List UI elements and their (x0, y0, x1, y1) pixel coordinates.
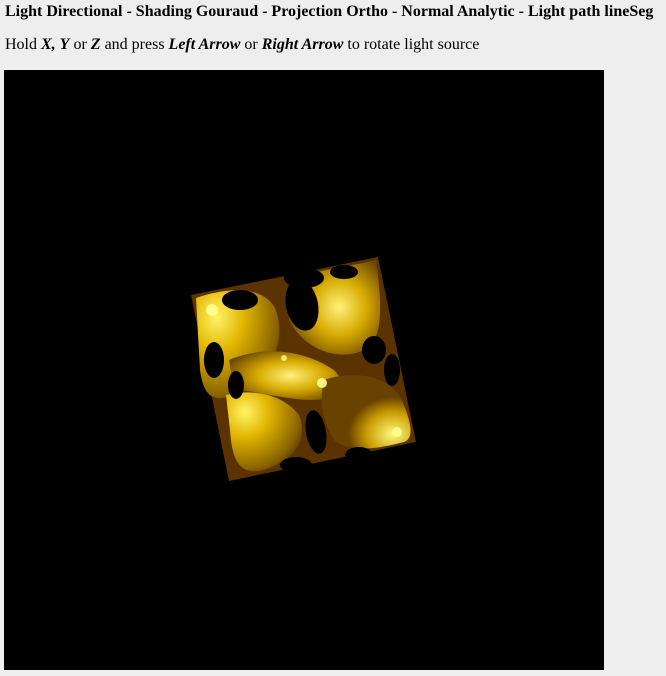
instr-and-press: and press (104, 36, 165, 53)
render-scene (191, 257, 416, 481)
key-left-arrow: Left Arrow (168, 36, 241, 53)
instr-suffix: to rotate light source (347, 36, 480, 53)
instr-hold: Hold (5, 36, 37, 53)
instructions-text: Hold X, Y or Z and press Left Arrow or R… (5, 35, 479, 55)
key-y: Y (59, 36, 70, 53)
instr-or1: or (73, 36, 87, 53)
surface-mesh (191, 257, 416, 481)
instr-or2: or (244, 36, 258, 53)
webgl-canvas[interactable] (4, 70, 604, 670)
key-z: Z (90, 36, 101, 53)
key-x: X, (41, 36, 56, 53)
page-title: Light Directional - Shading Gouraud - Pr… (5, 3, 654, 20)
key-right-arrow: Right Arrow (261, 36, 344, 53)
